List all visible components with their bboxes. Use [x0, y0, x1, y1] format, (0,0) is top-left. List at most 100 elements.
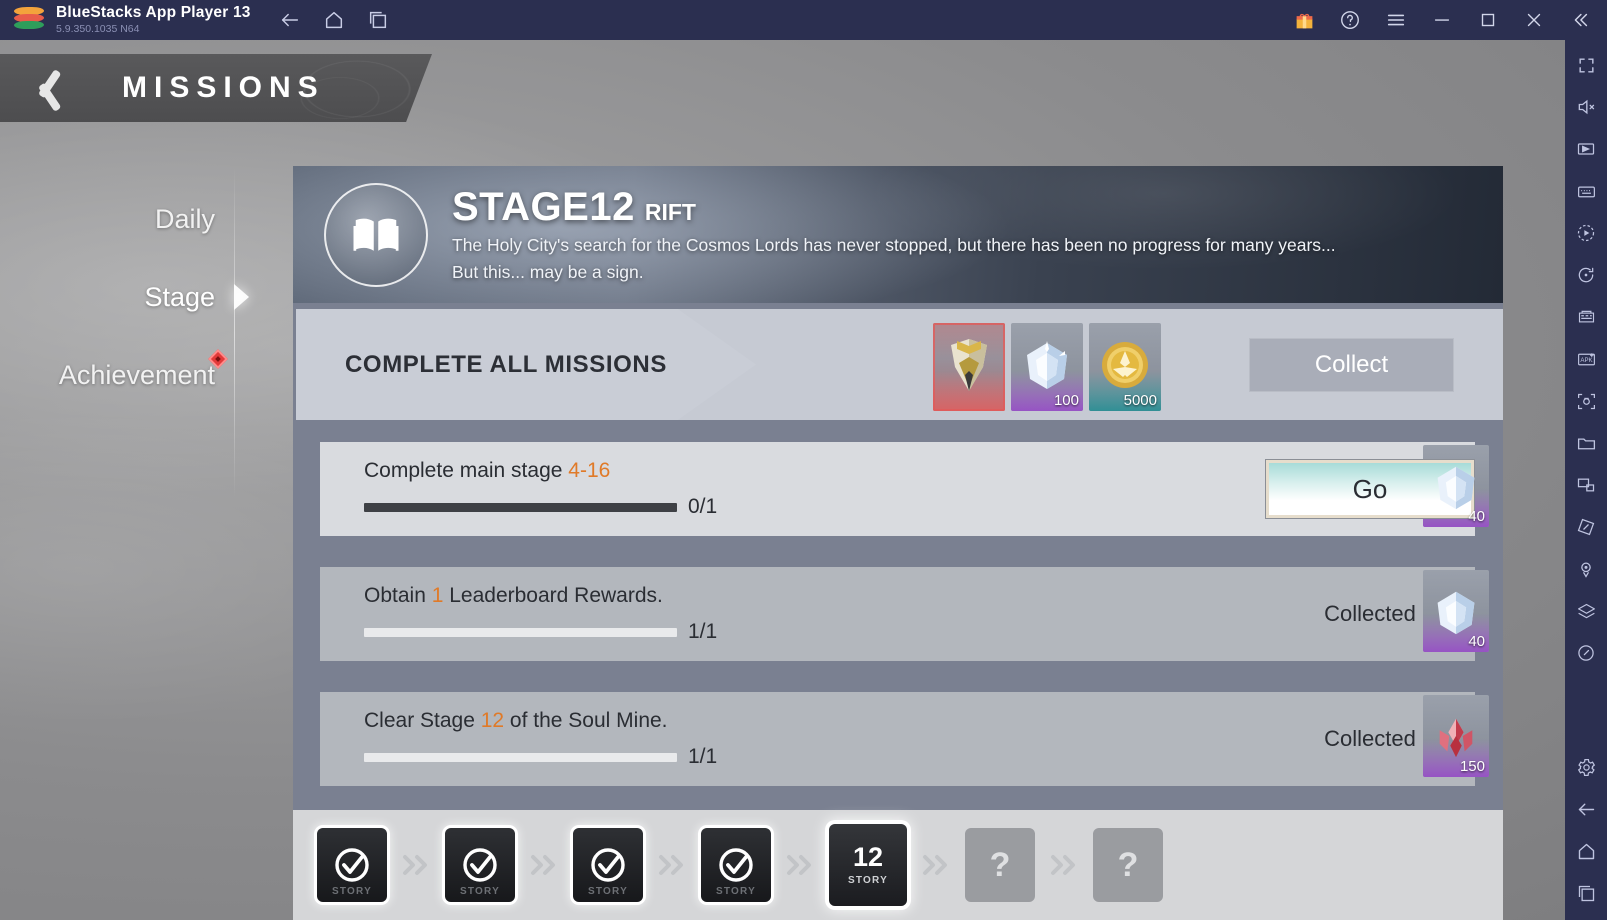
gold-coin-icon — [1089, 329, 1161, 401]
double-chevron-right-icon — [531, 855, 555, 875]
app-version: 5.9.350.1035 N64 — [56, 22, 140, 35]
stage-card-label: STORY — [848, 875, 888, 886]
tilt-icon[interactable] — [1571, 512, 1601, 542]
mission-title-suffix: Leaderboard Rewards. — [443, 584, 663, 607]
screenshot-icon[interactable] — [1571, 386, 1601, 416]
collapse-icon[interactable] — [1567, 7, 1593, 33]
reward-item[interactable]: 150 — [1423, 695, 1489, 777]
mission-progress: 0/1 — [364, 495, 1004, 519]
multi-instance-icon[interactable] — [365, 7, 391, 33]
progress-bar — [364, 752, 677, 762]
home-icon[interactable] — [321, 7, 347, 33]
layers-icon[interactable] — [1571, 596, 1601, 626]
stage-card-current[interactable]: 12 STORY — [829, 824, 907, 906]
shake-icon[interactable] — [1571, 638, 1601, 668]
mission-title-prefix: Obtain — [364, 584, 432, 607]
titlebar-nav — [277, 7, 391, 33]
gold-artifact-icon — [933, 329, 1005, 401]
reward-item[interactable] — [933, 323, 1005, 411]
multi-instance-manager-icon[interactable] — [1571, 302, 1601, 332]
menu-icon[interactable] — [1383, 7, 1409, 33]
progress-bar — [364, 627, 677, 637]
mission-reward[interactable]: 40 — [1423, 445, 1489, 527]
sidebar-item-label: Stage — [144, 281, 215, 312]
stage-name: STAGE12 — [452, 184, 635, 229]
mission-title-prefix: Complete main stage — [364, 459, 569, 482]
progression-separator — [387, 852, 445, 878]
back-icon[interactable] — [277, 7, 303, 33]
sidebar-item-label: Daily — [154, 203, 215, 234]
close-icon[interactable] — [1521, 7, 1547, 33]
game-controls-icon[interactable] — [1571, 134, 1601, 164]
help-icon[interactable] — [1337, 7, 1363, 33]
progression-separator — [1035, 852, 1093, 878]
stage-card-cleared[interactable]: STORY — [317, 828, 387, 902]
stage-card-locked[interactable]: ? — [1093, 828, 1163, 902]
progress-count: 1/1 — [688, 745, 718, 768]
mission-title-highlight: 1 — [431, 584, 444, 607]
android-home-icon[interactable] — [1571, 836, 1601, 866]
titlebar-window-controls — [1291, 7, 1607, 33]
android-back-icon[interactable] — [1571, 794, 1601, 824]
mission-title-prefix: Clear Stage — [364, 709, 481, 732]
sidebar-item-daily[interactable]: Daily — [0, 180, 235, 258]
stage-card-cleared[interactable]: STORY — [445, 828, 515, 902]
sidebar-item-achievement[interactable]: Achievement — [0, 336, 235, 414]
mission-row[interactable]: Complete main stage 4-16 0/1 40 Go — [320, 442, 1489, 536]
reward-item[interactable]: 40 — [1423, 570, 1489, 652]
mission-progress: 1/1 — [364, 620, 1004, 644]
sidebar-item-stage[interactable]: Stage — [0, 258, 235, 336]
mission-title-highlight: 12 — [480, 709, 505, 732]
app-title: BlueStacks App Player 13 — [56, 4, 251, 22]
reward-count: 5000 — [1123, 392, 1157, 409]
mission-text: Obtain 1 Leaderboard Rewards. 1/1 — [364, 584, 1004, 644]
check-circle-icon — [463, 848, 497, 882]
settings-icon[interactable] — [1571, 752, 1601, 782]
reward-item[interactable]: 100 — [1011, 323, 1083, 411]
stage-description-line1: The Holy City's search for the Cosmos Lo… — [452, 234, 1336, 255]
collect-button[interactable]: Collect — [1249, 338, 1454, 392]
pip-icon[interactable] — [1571, 470, 1601, 500]
game-viewport: MISSIONS Daily Stage Achievement STAGE12… — [0, 40, 1565, 920]
mission-reward[interactable]: 150 — [1423, 695, 1489, 777]
reward-count: 150 — [1459, 758, 1485, 775]
stage-card-cleared[interactable]: STORY — [573, 828, 643, 902]
mute-icon[interactable] — [1571, 92, 1601, 122]
progression-separator — [771, 852, 829, 878]
mission-progress: 1/1 — [364, 745, 1004, 769]
reward-item[interactable]: 40 — [1423, 445, 1489, 527]
stage-card-cleared[interactable]: STORY — [701, 828, 771, 902]
stage-card-locked[interactable]: ? — [965, 828, 1035, 902]
fullscreen-icon[interactable] — [1571, 50, 1601, 80]
progress-count: 1/1 — [688, 620, 718, 643]
diamond-gem-icon — [1011, 329, 1083, 401]
double-chevron-right-icon — [403, 855, 427, 875]
stage-description-line2: But this... may be a sign. — [452, 262, 644, 282]
install-apk-icon[interactable]: APK — [1571, 344, 1601, 374]
keyboard-icon[interactable] — [1571, 176, 1601, 206]
mission-title-highlight: 4-16 — [568, 459, 611, 482]
android-recents-icon[interactable] — [1571, 878, 1601, 908]
location-icon[interactable] — [1571, 554, 1601, 584]
reward-item[interactable]: 5000 — [1089, 323, 1161, 411]
stage-card-number: 12 — [852, 842, 884, 872]
progression-separator — [515, 852, 573, 878]
mission-reward[interactable]: 40 — [1423, 570, 1489, 652]
collected-label: Collected — [1324, 601, 1416, 626]
maximize-icon[interactable] — [1475, 7, 1501, 33]
progress-bar — [364, 502, 677, 512]
gift-icon[interactable] — [1291, 7, 1317, 33]
minimize-icon[interactable] — [1429, 7, 1455, 33]
book-icon — [324, 182, 428, 287]
progression-separator — [643, 852, 701, 878]
sidebar: Daily Stage Achievement — [0, 168, 235, 498]
media-manager-icon[interactable] — [1571, 428, 1601, 458]
mission-text: Complete main stage 4-16 0/1 — [364, 459, 1004, 519]
mission-row[interactable]: Obtain 1 Leaderboard Rewards. 1/1 40 Col… — [320, 567, 1489, 661]
macro-icon[interactable] — [1571, 218, 1601, 248]
rotate-icon[interactable] — [1571, 260, 1601, 290]
check-circle-icon — [719, 848, 753, 882]
mission-row[interactable]: Clear Stage 12 of the Soul Mine. 1/1 150… — [320, 692, 1489, 786]
back-chevron-icon[interactable] — [26, 63, 70, 113]
mission-title: Clear Stage 12 of the Soul Mine. — [364, 709, 1004, 733]
